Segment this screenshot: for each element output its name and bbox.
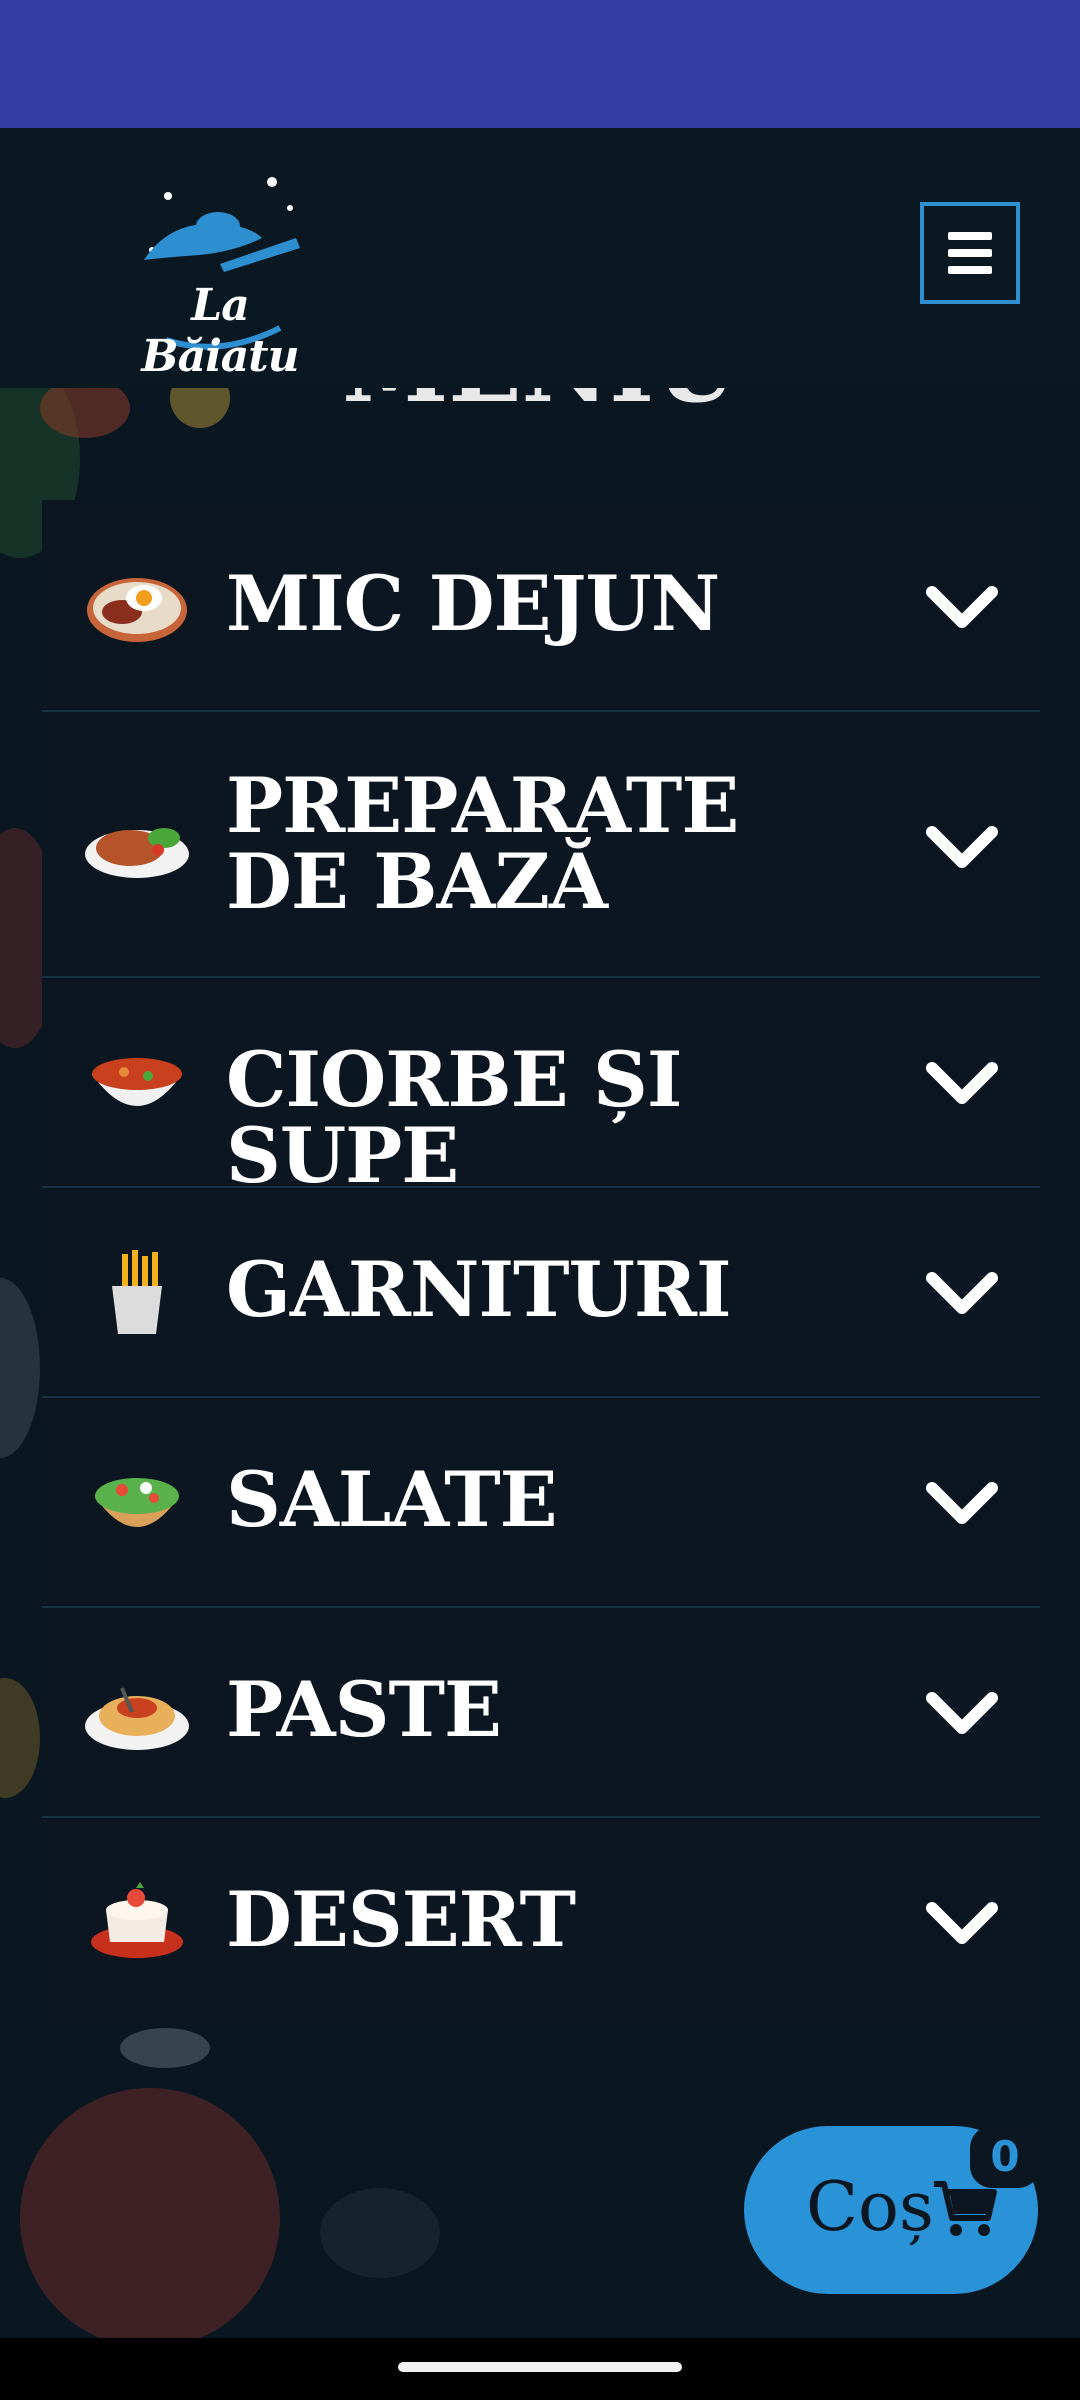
accordion-label: CIORBE ȘI SUPE bbox=[226, 1035, 682, 1200]
site-header: La Băiatu bbox=[0, 128, 1080, 388]
accordion-label: PASTE bbox=[226, 1665, 502, 1754]
status-bar bbox=[0, 0, 1080, 128]
accordion-label: SALATE bbox=[226, 1455, 558, 1544]
breakfast-icon bbox=[82, 560, 192, 650]
hamburger-menu-button[interactable] bbox=[920, 202, 1020, 304]
soup-bowl-icon bbox=[82, 1038, 192, 1128]
shopping-cart-icon bbox=[934, 2181, 997, 2236]
accordion-label: MIC DEJUN bbox=[226, 559, 720, 648]
main-course-icon bbox=[82, 798, 192, 888]
logo[interactable]: La Băiatu bbox=[100, 168, 340, 382]
chevron-down-icon[interactable] bbox=[922, 1264, 1002, 1324]
cart-label: Coș bbox=[806, 2168, 934, 2247]
chevron-down-icon[interactable] bbox=[922, 578, 1002, 638]
dessert-icon bbox=[82, 1876, 192, 1966]
accordion-label: DESERT bbox=[226, 1875, 576, 1964]
accordion-item-paste[interactable]: PASTE bbox=[42, 1608, 1040, 1816]
salad-icon bbox=[82, 1458, 192, 1548]
accordion-label: GARNITURI bbox=[226, 1245, 732, 1334]
chevron-down-icon[interactable] bbox=[922, 1894, 1002, 1954]
hamburger-menu-icon bbox=[948, 232, 992, 240]
accordion-item-desert[interactable]: DESERT bbox=[42, 1818, 1040, 2024]
chevron-down-icon[interactable] bbox=[922, 818, 1002, 878]
hamburger-menu-line bbox=[948, 249, 992, 257]
accordion-item-salate[interactable]: SALATE bbox=[42, 1398, 1040, 1606]
accordion-item-ciorbe-si-supe[interactable]: CIORBE ȘI SUPE bbox=[42, 978, 1040, 1194]
fries-icon bbox=[82, 1248, 192, 1338]
cart-count-badge: 0 bbox=[970, 2126, 1040, 2188]
logo-text: La Băiatu bbox=[141, 280, 299, 382]
menu-accordion: MIC DEJUN PREPARATE DE BAZĂ CIORBE ȘI SU… bbox=[42, 500, 1040, 2024]
chevron-down-icon[interactable] bbox=[922, 1474, 1002, 1534]
hamburger-menu-line bbox=[948, 266, 992, 274]
home-indicator[interactable] bbox=[398, 2362, 682, 2372]
pasta-icon bbox=[82, 1668, 192, 1758]
chevron-down-icon[interactable] bbox=[922, 1054, 1002, 1114]
chevron-down-icon[interactable] bbox=[922, 1684, 1002, 1744]
accordion-item-garnituri[interactable]: GARNITURI bbox=[42, 1188, 1040, 1396]
accordion-label: PREPARATE DE BAZĂ bbox=[226, 761, 739, 926]
accordion-item-preparate-de-baza[interactable]: PREPARATE DE BAZĂ bbox=[42, 712, 1040, 976]
accordion-item-mic-dejun[interactable]: MIC DEJUN bbox=[42, 500, 1040, 710]
